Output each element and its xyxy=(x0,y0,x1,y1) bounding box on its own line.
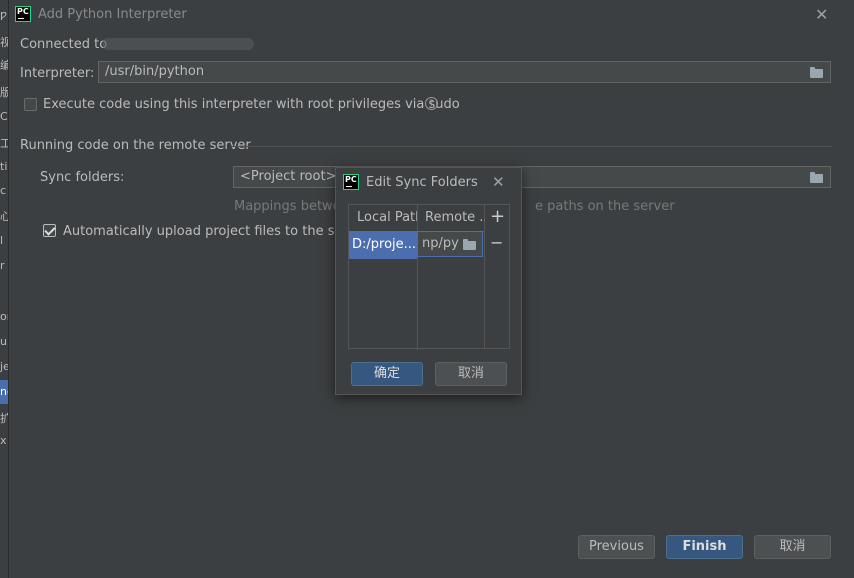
strip-text: 心 xyxy=(0,210,8,223)
finish-button[interactable]: Finish xyxy=(666,535,743,559)
strip-text: ur xyxy=(0,335,8,348)
remote-path-editor[interactable]: np/py xyxy=(417,231,483,257)
strip-text: je xyxy=(0,360,8,373)
pycharm-logo-icon: PC xyxy=(15,6,31,22)
dialog-title: Add Python Interpreter xyxy=(38,7,187,22)
strip-text: ti xyxy=(0,160,8,173)
column-header-remote-path[interactable]: Remote ... xyxy=(425,205,485,231)
interpreter-value: /usr/bin/python xyxy=(105,64,205,79)
redacted-host xyxy=(102,38,254,50)
interpreter-label: Interpreter: xyxy=(20,66,95,81)
strip-text: C xyxy=(0,110,8,123)
column-divider xyxy=(417,205,418,350)
cancel-button[interactable]: 取消 xyxy=(754,535,831,559)
remove-icon[interactable]: − xyxy=(490,233,503,252)
mappings-hint: Mappings betwe xyxy=(234,199,341,214)
strip-text: c xyxy=(0,184,7,197)
strip-text: or xyxy=(0,310,8,323)
strip-text: r xyxy=(0,259,5,272)
strip-text: 工 xyxy=(0,137,8,150)
sudo-checkbox[interactable] xyxy=(24,98,37,111)
strip-text: nc xyxy=(0,385,8,398)
remote-path-value: np/py xyxy=(422,236,459,251)
auto-upload-label: Automatically upload project files to th… xyxy=(63,224,369,239)
sudo-label: Execute code using this interpreter with… xyxy=(43,97,460,112)
strip-text: x xyxy=(0,434,7,447)
strip-text: 版 xyxy=(0,86,8,99)
help-icon[interactable]: ? xyxy=(425,97,438,110)
column-header-local-path[interactable]: Local Path xyxy=(357,205,417,231)
folder-icon[interactable] xyxy=(810,172,823,183)
strip-text: l xyxy=(0,234,4,247)
sync-cancel-button[interactable]: 取消 xyxy=(435,362,507,386)
section-divider xyxy=(232,146,832,147)
strip-text: 编 xyxy=(0,59,8,72)
section-title: Running code on the remote server xyxy=(20,138,251,153)
pycharm-logo-icon: PC xyxy=(343,174,359,190)
add-icon[interactable]: + xyxy=(490,206,505,227)
sync-folders-field[interactable]: <Project root>→ xyxy=(233,166,831,188)
ok-button[interactable]: 确定 xyxy=(351,362,423,386)
folder-icon[interactable] xyxy=(810,67,823,78)
edit-sync-folders-dialog: PC Edit Sync Folders ✕ Local Path Remote… xyxy=(335,167,522,395)
close-icon[interactable]: ✕ xyxy=(815,7,828,23)
sync-dialog-title: Edit Sync Folders xyxy=(366,175,478,190)
strip-text: ƿ xyxy=(0,8,7,21)
interpreter-field[interactable]: /usr/bin/python xyxy=(98,61,831,83)
folder-icon[interactable] xyxy=(463,239,476,250)
auto-upload-checkbox[interactable] xyxy=(43,224,56,237)
mappings-hint-end: e paths on the server xyxy=(535,199,675,214)
previous-button[interactable]: Previous xyxy=(578,535,655,559)
table-toolbar: + − xyxy=(485,204,510,349)
strip-text: 扩 xyxy=(0,412,8,425)
local-path-cell[interactable]: D:/proje... xyxy=(352,231,416,258)
close-icon[interactable]: ✕ xyxy=(492,174,505,190)
sync-folders-label: Sync folders: xyxy=(40,170,125,185)
sync-folders-table: Local Path Remote ... D:/proje... np/py xyxy=(348,204,485,350)
strip-text: 视 xyxy=(0,36,8,49)
sync-folders-value: <Project root>→ xyxy=(240,169,348,184)
connected-label: Connected to xyxy=(20,37,108,52)
